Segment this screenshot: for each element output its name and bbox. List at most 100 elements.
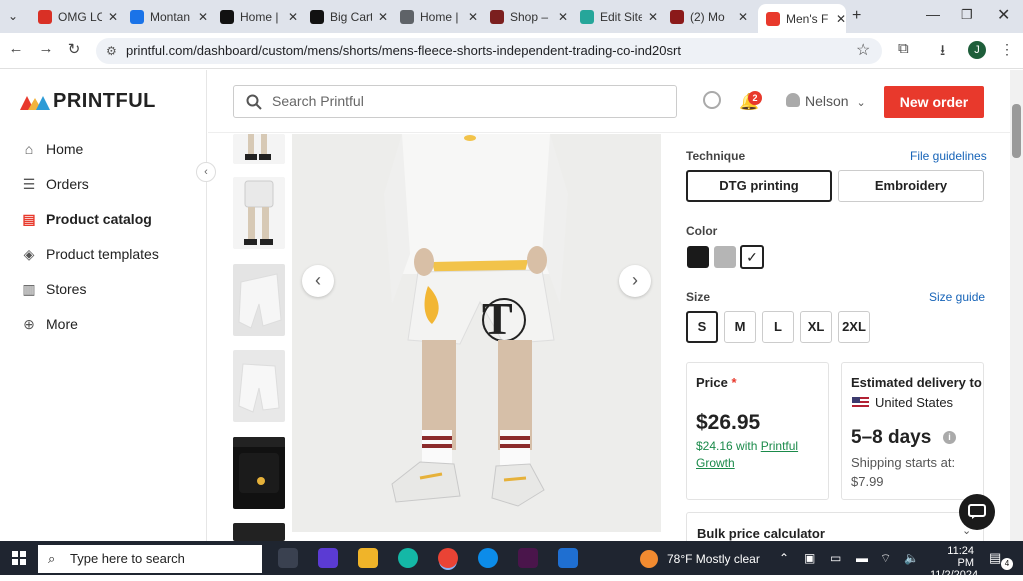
- browser-tab[interactable]: Shop – ✕: [482, 4, 568, 30]
- taskbar-search-box[interactable]: ⌕ Type here to search: [38, 545, 262, 573]
- weather-text[interactable]: 78°F Mostly clear: [667, 552, 760, 566]
- browser-tab[interactable]: Men's F ✕: [758, 4, 846, 33]
- sidebar-item-label: Product templates: [46, 246, 159, 262]
- thumbnail-shorts-graphic: [244, 180, 274, 245]
- size-guide-link[interactable]: Size guide: [929, 290, 985, 304]
- browser-tab[interactable]: Montan ✕: [122, 4, 208, 30]
- forward-icon[interactable]: →: [36, 40, 56, 57]
- volume-icon[interactable]: 🔈: [904, 551, 919, 565]
- new-order-button[interactable]: New order: [884, 86, 984, 118]
- chrome-icon[interactable]: [438, 548, 458, 568]
- user-menu[interactable]: Nelson ⌄: [805, 93, 866, 109]
- bookmark-star-icon[interactable]: ☆: [856, 40, 870, 60]
- weather-icon[interactable]: [640, 550, 658, 568]
- tray-meet-icon[interactable]: ▭: [830, 551, 841, 565]
- windows-start-icon[interactable]: [12, 551, 26, 565]
- sidebar-item-product-catalog[interactable]: ▤ Product catalog: [20, 210, 152, 228]
- next-image-button[interactable]: ›: [619, 265, 651, 297]
- close-tab-icon[interactable]: ✕: [648, 10, 658, 24]
- tray-app-icon[interactable]: ▣: [804, 551, 815, 565]
- task-view-icon[interactable]: [278, 548, 298, 568]
- chat-button[interactable]: [959, 494, 995, 530]
- clock[interactable]: 11:24 PM 11/2/2024: [930, 545, 979, 581]
- globe-icon[interactable]: [703, 91, 721, 109]
- size-option-xl[interactable]: XL: [800, 311, 832, 343]
- thumbnail-image[interactable]: [233, 523, 285, 541]
- close-tab-icon[interactable]: ✕: [198, 10, 208, 24]
- canva-icon[interactable]: [398, 548, 418, 568]
- sidebar-item-product-templates[interactable]: ◈ Product templates: [20, 245, 159, 263]
- new-tab-button[interactable]: +: [852, 7, 861, 25]
- thumbnail-image[interactable]: [233, 177, 285, 249]
- color-swatch-grey[interactable]: [714, 246, 736, 268]
- size-option-m[interactable]: M: [724, 311, 756, 343]
- search-input[interactable]: Search Printful: [233, 85, 677, 118]
- close-tab-icon[interactable]: ✕: [836, 12, 846, 26]
- remote-desktop-icon[interactable]: [558, 548, 578, 568]
- sidebar-item-label: Product catalog: [46, 211, 152, 227]
- close-tab-icon[interactable]: ✕: [468, 10, 478, 24]
- size-option-l[interactable]: L: [762, 311, 794, 343]
- shop-icon: [490, 10, 504, 24]
- thumbnail-image[interactable]: [233, 134, 285, 164]
- page-scrollbar[interactable]: [1010, 70, 1023, 541]
- scrollbar-thumb[interactable]: [1012, 104, 1021, 158]
- close-tab-icon[interactable]: ✕: [108, 10, 118, 24]
- extensions-icon[interactable]: ⧉: [898, 40, 909, 57]
- browser-tab[interactable]: (2) Mo ✕: [662, 4, 748, 30]
- browser-tab[interactable]: Big Cart ✕: [302, 4, 388, 30]
- battery-icon[interactable]: ▬: [856, 551, 868, 565]
- minimize-button[interactable]: —: [926, 6, 940, 22]
- price-label-text: Price: [696, 375, 728, 390]
- browser-tab[interactable]: Home | ✕: [392, 4, 478, 30]
- browser-menu-icon[interactable]: ⋮: [1000, 41, 1014, 58]
- edge-icon[interactable]: [478, 548, 498, 568]
- close-tab-icon[interactable]: ✕: [288, 10, 298, 24]
- tab-title: (2) Mo: [690, 10, 725, 24]
- browser-tab[interactable]: OMG LC ✕: [30, 4, 118, 30]
- close-window-button[interactable]: ✕: [997, 5, 1010, 25]
- tab-search-icon[interactable]: ⌄: [8, 9, 18, 23]
- technique-label: Technique: [686, 149, 746, 163]
- download-icon[interactable]: ⭳: [940, 40, 945, 65]
- collapse-sidebar-button[interactable]: ‹: [196, 162, 216, 182]
- close-tab-icon[interactable]: ✕: [738, 10, 748, 24]
- back-icon[interactable]: ←: [6, 40, 26, 57]
- file-explorer-icon[interactable]: [358, 548, 378, 568]
- clock-date: 11/2/2024: [930, 569, 979, 581]
- thumbnail-image[interactable]: [233, 350, 285, 422]
- maximize-button[interactable]: ❐: [961, 7, 973, 23]
- color-swatch-black[interactable]: [687, 246, 709, 268]
- notification-center-icon[interactable]: ▤: [989, 550, 1001, 566]
- close-tab-icon[interactable]: ✕: [558, 10, 568, 24]
- browser-tab[interactable]: Home | ✕: [212, 4, 298, 30]
- tray-chevron-icon[interactable]: ⌃: [779, 551, 789, 565]
- globe-icon: [400, 10, 414, 24]
- slack-icon[interactable]: [518, 548, 538, 568]
- info-icon[interactable]: i: [943, 431, 956, 444]
- color-swatch-white-selected[interactable]: ✓: [740, 245, 764, 269]
- printful-logo[interactable]: PRINTFUL: [20, 90, 156, 113]
- thumbnail-image[interactable]: [233, 437, 285, 509]
- close-tab-icon[interactable]: ✕: [378, 10, 388, 24]
- previous-image-button[interactable]: ‹: [302, 265, 334, 297]
- site-info-icon[interactable]: ⚙: [106, 38, 117, 64]
- browser-tab[interactable]: Edit Site ✕: [572, 4, 658, 30]
- copilot-icon[interactable]: [318, 548, 338, 568]
- thumbnail-image[interactable]: [233, 264, 285, 336]
- notification-count: 4: [1001, 558, 1013, 570]
- sidebar-item-home[interactable]: ⌂ Home: [20, 140, 84, 158]
- url-bar[interactable]: ⚙ printful.com/dashboard/custom/mens/sho…: [96, 38, 882, 64]
- wifi-icon[interactable]: ⌔: [880, 551, 891, 566]
- file-guidelines-link[interactable]: File guidelines: [910, 149, 987, 163]
- size-option-s[interactable]: S: [686, 311, 718, 343]
- size-option-2xl[interactable]: 2XL: [838, 311, 870, 343]
- size-label: Size: [686, 290, 711, 304]
- profile-avatar[interactable]: J: [968, 41, 986, 59]
- sidebar-item-stores[interactable]: ▥ Stores: [20, 280, 86, 298]
- technique-dtg-option[interactable]: DTG printing: [686, 170, 832, 202]
- reload-icon[interactable]: ↻: [64, 40, 84, 58]
- sidebar-item-more[interactable]: ⊕ More: [20, 315, 78, 333]
- technique-embroidery-option[interactable]: Embroidery: [838, 170, 984, 202]
- sidebar-item-orders[interactable]: ☰ Orders: [20, 175, 89, 193]
